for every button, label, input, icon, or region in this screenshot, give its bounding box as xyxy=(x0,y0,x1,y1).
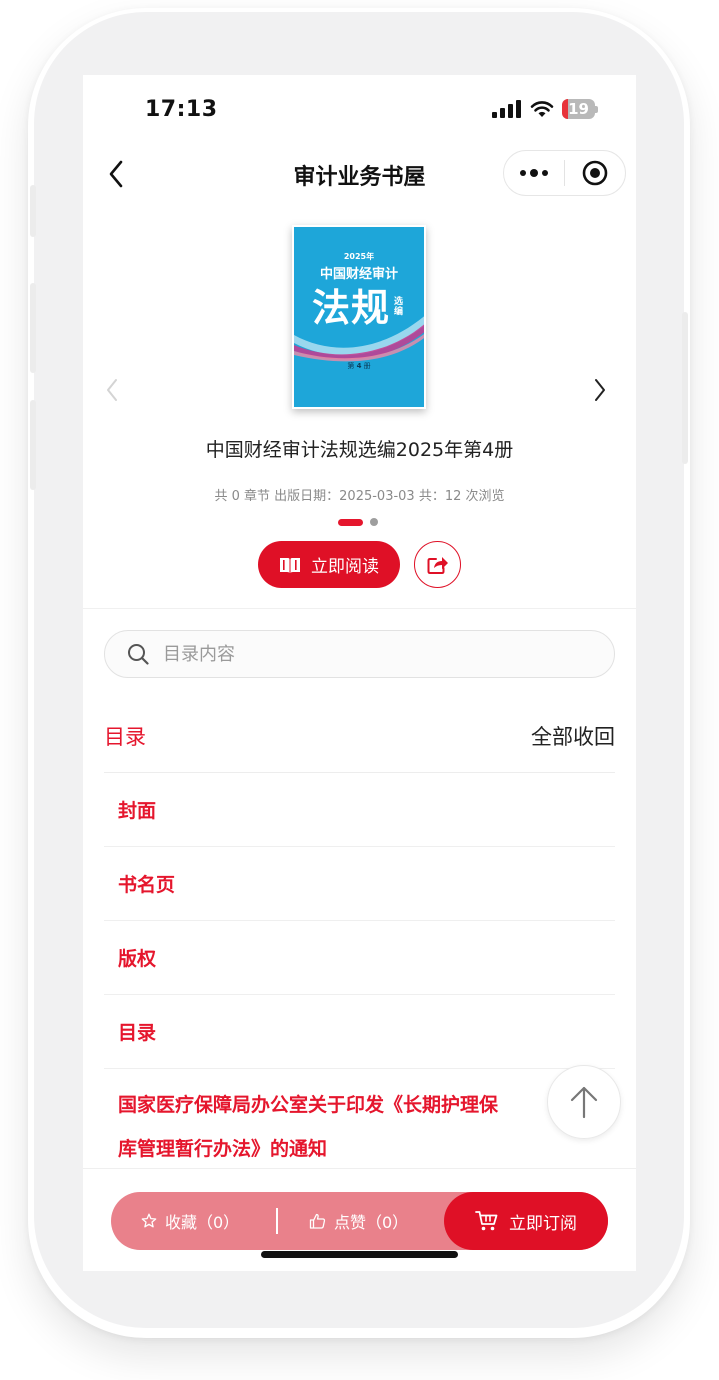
back-to-top-button[interactable] xyxy=(547,1065,621,1139)
carousel-prev-arrow[interactable] xyxy=(105,378,119,402)
home-indicator xyxy=(261,1251,458,1258)
carousel-dot-active[interactable] xyxy=(338,518,363,526)
toc-item-notice[interactable]: 国家医疗保障局办公室关于印发《长期护理保 库管理暂行办法》的通知 xyxy=(104,1069,615,1171)
like-label: 点赞（0） xyxy=(334,1213,409,1232)
read-now-button[interactable]: 立即阅读 xyxy=(258,541,400,588)
phone-silent-switch xyxy=(30,185,36,237)
section-divider xyxy=(83,608,636,609)
carousel-dot[interactable] xyxy=(370,518,378,526)
toc-item-title-page[interactable]: 书名页 xyxy=(104,847,615,921)
favorite-label: 收藏（0） xyxy=(165,1213,240,1232)
signal-icon xyxy=(492,100,521,118)
toc-title: 目录 xyxy=(104,725,146,749)
cart-icon xyxy=(475,1211,498,1231)
close-mini-program-button[interactable] xyxy=(565,151,625,195)
toc-item-notice-line2: 库管理暂行办法》的通知 xyxy=(118,1138,328,1160)
toc-item-notice-line1: 国家医疗保障局办公室关于印发《长期护理保 xyxy=(118,1094,499,1116)
app-screen: 17:13 19 审计业务书屋 2025年 中国财经审计 法规 选编 第 4 册… xyxy=(83,75,636,1271)
battery-indicator: 19 xyxy=(562,99,598,119)
status-icons: 19 xyxy=(492,99,598,119)
book-title: 中国财经审计法规选编2025年第4册 xyxy=(205,439,514,461)
cover-year: 2025年 xyxy=(343,252,375,261)
book-cover[interactable]: 2025年 中国财经审计 法规 选编 第 4 册 xyxy=(292,225,426,409)
thumbs-up-icon xyxy=(309,1213,326,1229)
favorite-button[interactable]: 收藏（0） xyxy=(141,1192,239,1250)
search-icon xyxy=(128,644,149,665)
toc-item-cover[interactable]: 封面 xyxy=(104,773,615,847)
mini-program-capsule xyxy=(503,150,626,196)
toc-list: 封面 书名页 版权 目录 国家医疗保障局办公室关于印发《长期护理保 库管理暂行办… xyxy=(104,773,615,1171)
open-book-icon xyxy=(280,557,300,573)
toc-item-copyright[interactable]: 版权 xyxy=(104,921,615,995)
more-dots-icon xyxy=(520,169,548,177)
bottom-action-pill: 收藏（0） 点赞（0） 立即订阅 xyxy=(111,1192,608,1250)
battery-level-text: 19 xyxy=(568,100,589,118)
subscribe-now-button[interactable]: 立即订阅 xyxy=(444,1192,608,1250)
phone-power-button xyxy=(682,312,688,464)
phone-volume-down xyxy=(30,400,36,490)
wifi-icon xyxy=(530,101,554,117)
cover-swoosh-graphic xyxy=(294,316,424,362)
subscribe-now-label: 立即订阅 xyxy=(509,1213,577,1234)
cover-volume: 第 4 册 xyxy=(347,362,371,370)
phone-volume-up xyxy=(30,283,36,373)
star-icon xyxy=(141,1213,157,1228)
carousel-indicator xyxy=(338,518,378,526)
arrow-up-icon xyxy=(570,1086,598,1119)
target-circle-icon xyxy=(582,160,608,186)
toc-search-box[interactable] xyxy=(104,630,615,678)
toc-search-input[interactable] xyxy=(163,643,563,665)
more-button[interactable] xyxy=(504,151,564,195)
book-meta: 共 0 章节 出版日期：2025-03-03 共：12 次浏览 xyxy=(214,489,505,504)
carousel-next-arrow[interactable] xyxy=(593,378,607,402)
toc-header: 目录 全部收回 xyxy=(104,721,615,751)
read-now-label: 立即阅读 xyxy=(311,557,379,577)
share-icon xyxy=(427,556,448,574)
status-time: 17:13 xyxy=(145,97,218,122)
collapse-all-button[interactable]: 全部收回 xyxy=(531,721,615,751)
bottom-bar-divider xyxy=(276,1208,278,1234)
toc-item-contents[interactable]: 目录 xyxy=(104,995,615,1069)
share-button[interactable] xyxy=(414,541,461,588)
like-button[interactable]: 点赞（0） xyxy=(309,1192,408,1250)
